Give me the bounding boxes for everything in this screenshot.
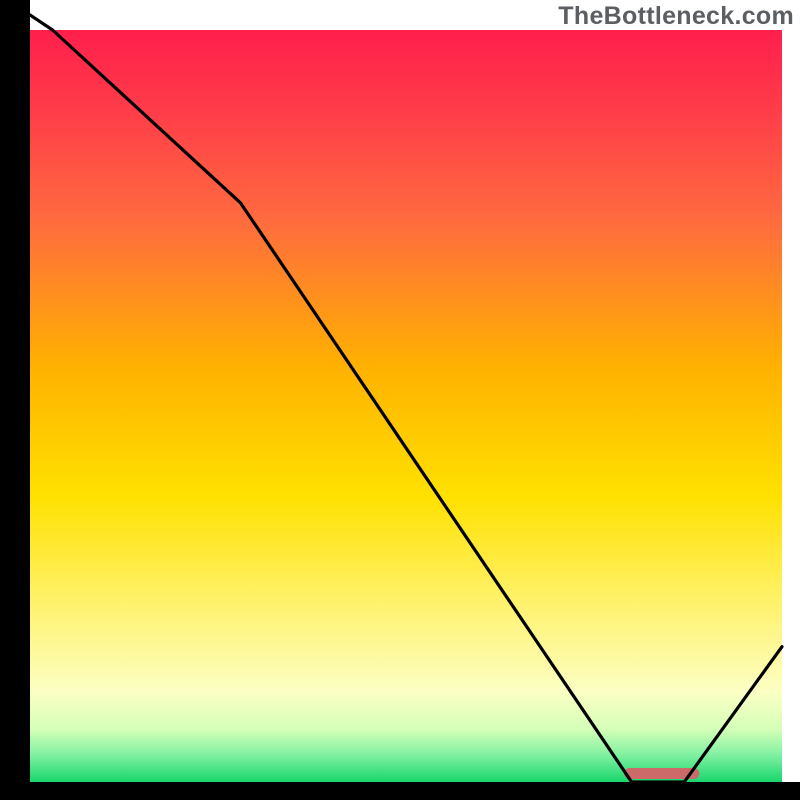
- plot-background: [30, 30, 782, 782]
- y-axis: [0, 0, 30, 800]
- chart-stage: TheBottleneck.com: [0, 0, 800, 800]
- x-axis: [0, 782, 800, 800]
- bottleneck-curve-chart: [0, 0, 800, 800]
